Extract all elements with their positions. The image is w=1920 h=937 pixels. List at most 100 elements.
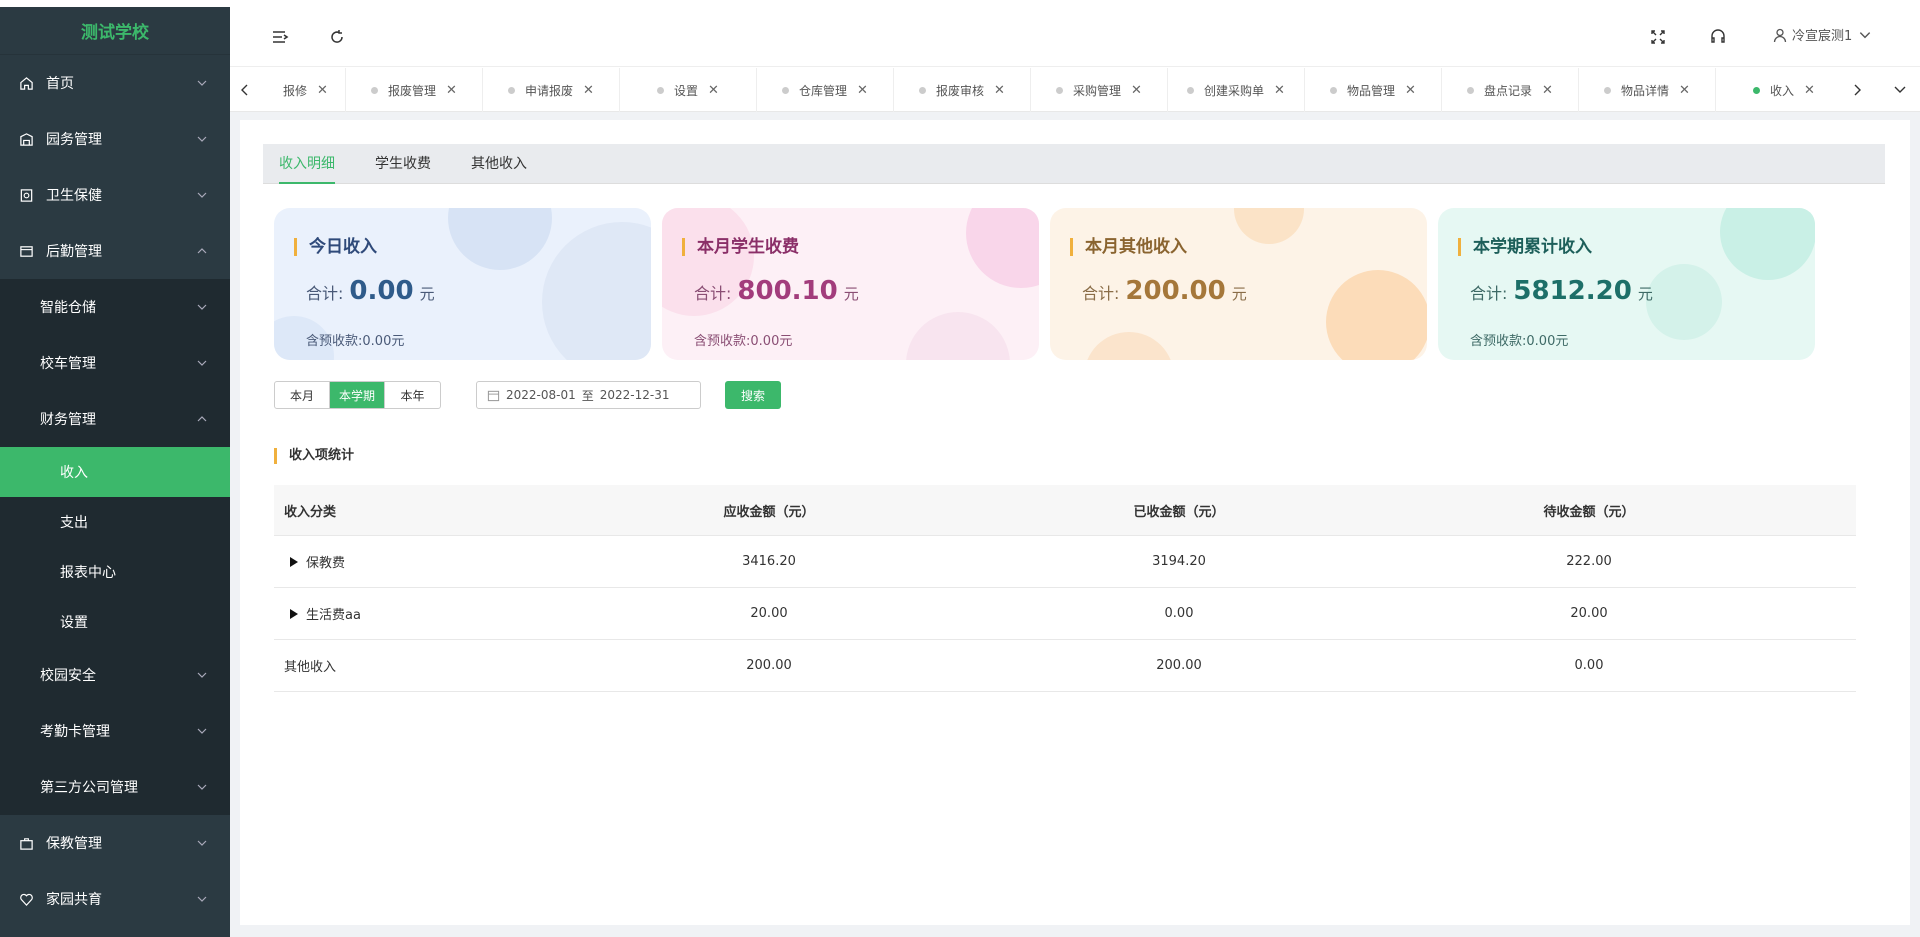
- tab-purchase[interactable]: 采购管理 ✕: [1031, 68, 1168, 112]
- subtab-student-fees[interactable]: 学生收费: [375, 144, 431, 184]
- sidebar-item-settings[interactable]: 设置: [0, 597, 230, 647]
- sidebar-item-education[interactable]: 保教管理: [0, 815, 230, 871]
- tab-label: 报废审核: [936, 83, 985, 98]
- health-icon: [18, 187, 34, 203]
- tabs-menu[interactable]: [1885, 68, 1915, 112]
- sidebar-item-finance[interactable]: 财务管理: [0, 391, 230, 447]
- close-icon[interactable]: ✕: [708, 83, 719, 98]
- prepaid-label: 含预收款:: [1470, 334, 1527, 349]
- decor-circle: [1326, 270, 1427, 360]
- expand-icon[interactable]: [290, 608, 298, 619]
- sidebar-item-label: 园务管理: [46, 132, 102, 148]
- sidebar-item-label: 首页: [46, 76, 74, 92]
- sidebar-item-attendance[interactable]: 考勤卡管理: [0, 703, 230, 759]
- table-cell: 200.00: [746, 658, 792, 673]
- expand-icon[interactable]: [290, 556, 298, 567]
- status-dot: [508, 86, 516, 94]
- chevron-down-icon: [1894, 86, 1906, 93]
- date-separator: 至: [581, 388, 594, 403]
- tabs-scroll-right[interactable]: [1842, 68, 1872, 112]
- sidebar-item-label: 收入: [60, 465, 88, 481]
- sidebar-item-garden[interactable]: 园务管理: [0, 111, 230, 167]
- decor-circle: [1234, 208, 1304, 244]
- search-button[interactable]: 搜索: [725, 381, 781, 409]
- headset-icon[interactable]: [1708, 27, 1728, 47]
- tab-items[interactable]: 物品管理 ✕: [1305, 68, 1442, 112]
- tab-scrap-review[interactable]: 报废审核 ✕: [894, 68, 1031, 112]
- close-icon[interactable]: ✕: [583, 83, 594, 98]
- total-value: 0.00: [349, 276, 414, 306]
- chevron-down-icon: [197, 80, 207, 86]
- header-cell: 待收金额（元）: [1543, 504, 1635, 520]
- tab-label: 申请报废: [525, 83, 574, 98]
- close-icon[interactable]: ✕: [1405, 83, 1416, 98]
- card-title: 今日收入: [294, 238, 377, 256]
- period-year-button[interactable]: 本年: [385, 382, 440, 408]
- sidebar-item-expense[interactable]: 支出: [0, 497, 230, 547]
- status-dot: [1056, 86, 1064, 94]
- subtab-income-detail[interactable]: 收入明细: [279, 144, 335, 184]
- table-cell: 3416.20: [742, 554, 796, 569]
- refresh-icon[interactable]: [327, 27, 347, 47]
- close-icon[interactable]: ✕: [1131, 83, 1142, 98]
- tab-label: 报废管理: [388, 83, 437, 98]
- close-icon[interactable]: ✕: [1274, 83, 1285, 98]
- total-unit: 元: [843, 285, 859, 303]
- card-month-other-income: 本月其他收入 合计: 200.00 元: [1050, 208, 1427, 360]
- sidebar-item-safety[interactable]: 校园安全: [0, 647, 230, 703]
- subtab-other-income[interactable]: 其他收入: [471, 144, 527, 184]
- finance-submenu: 收入 支出 报表中心 设置: [0, 447, 230, 647]
- decor-circle: [906, 312, 1010, 360]
- date-range-picker[interactable]: 2022-08-01 至 2022-12-31: [476, 381, 701, 409]
- close-icon[interactable]: ✕: [446, 83, 457, 98]
- sidebar-item-bus[interactable]: 校车管理: [0, 335, 230, 391]
- chevron-up-icon: [197, 416, 207, 422]
- card-title: 本月其他收入: [1070, 238, 1187, 256]
- tab-scrap-apply[interactable]: 申请报废 ✕: [483, 68, 620, 112]
- user-menu[interactable]: 冷宣宸测1: [1772, 25, 1872, 44]
- sidebar-item-logistics[interactable]: 后勤管理: [0, 223, 230, 279]
- table-cell: 222.00: [1566, 554, 1612, 569]
- sidebar-item-storage[interactable]: 智能仓储: [0, 279, 230, 335]
- tab-item-detail[interactable]: 物品详情 ✕: [1579, 68, 1716, 112]
- building-icon: [18, 131, 34, 147]
- decor-circle: [448, 208, 552, 270]
- sidebar-item-homeschool[interactable]: 家园共育: [0, 871, 230, 927]
- sidebar-item-label: 校园安全: [40, 668, 96, 684]
- tab-settings[interactable]: 设置 ✕: [620, 68, 757, 112]
- tab-label: 创建采购单: [1204, 83, 1265, 98]
- close-icon[interactable]: ✕: [857, 83, 868, 98]
- period-month-button[interactable]: 本月: [275, 382, 330, 408]
- tabs-scroll-left[interactable]: [230, 68, 260, 112]
- sidebar-item-reports[interactable]: 报表中心: [0, 547, 230, 597]
- close-icon[interactable]: ✕: [317, 83, 328, 98]
- card-total: 合计: 0.00 元: [306, 276, 435, 306]
- tab-warehouse[interactable]: 仓库管理 ✕: [757, 68, 894, 112]
- sidebar-item-label: 后勤管理: [46, 244, 102, 260]
- chevron-down-icon: [197, 304, 207, 310]
- close-icon[interactable]: ✕: [994, 83, 1005, 98]
- sidebar-item-health[interactable]: 卫生保健: [0, 167, 230, 223]
- tab-repair[interactable]: 报修 ✕: [266, 68, 346, 112]
- sidebar-item-label: 设置: [60, 615, 88, 631]
- tab-scrap-manage[interactable]: 报废管理 ✕: [346, 68, 483, 112]
- card-month-student-fees: 本月学生收费 合计: 800.10 元 含预收款:0.00元: [662, 208, 1039, 360]
- tab-inventory[interactable]: 盘点记录 ✕: [1442, 68, 1579, 112]
- tab-income[interactable]: 收入 ✕: [1716, 68, 1826, 112]
- sidebar-item-label: 第三方公司管理: [40, 780, 138, 796]
- close-icon[interactable]: ✕: [1679, 83, 1690, 98]
- sidebar-item-income[interactable]: 收入: [0, 447, 230, 497]
- tab-create-purchase[interactable]: 创建采购单 ✕: [1168, 68, 1305, 112]
- sidebar-item-label: 报表中心: [60, 565, 116, 581]
- close-icon[interactable]: ✕: [1804, 83, 1815, 98]
- close-icon[interactable]: ✕: [1542, 83, 1553, 98]
- card-total: 合计: 5812.20 元: [1470, 276, 1653, 306]
- tabs-bar: 报修 ✕ 报废管理 ✕ 申请报废 ✕ 设置 ✕ 仓库管理 ✕ 报废审核 ✕ 采购管理 ✕ 创建…: [230, 68, 1920, 112]
- sidebar-item-thirdparty[interactable]: 第三方公司管理: [0, 759, 230, 815]
- income-subtabs: 收入明细 学生收费 其他收入: [263, 144, 1885, 184]
- period-term-button[interactable]: 本学期: [330, 382, 385, 408]
- menu-fold-icon[interactable]: [270, 27, 290, 47]
- fullscreen-icon[interactable]: [1648, 27, 1668, 47]
- sidebar-item-home[interactable]: 首页: [0, 55, 230, 111]
- status-dot: [657, 86, 665, 94]
